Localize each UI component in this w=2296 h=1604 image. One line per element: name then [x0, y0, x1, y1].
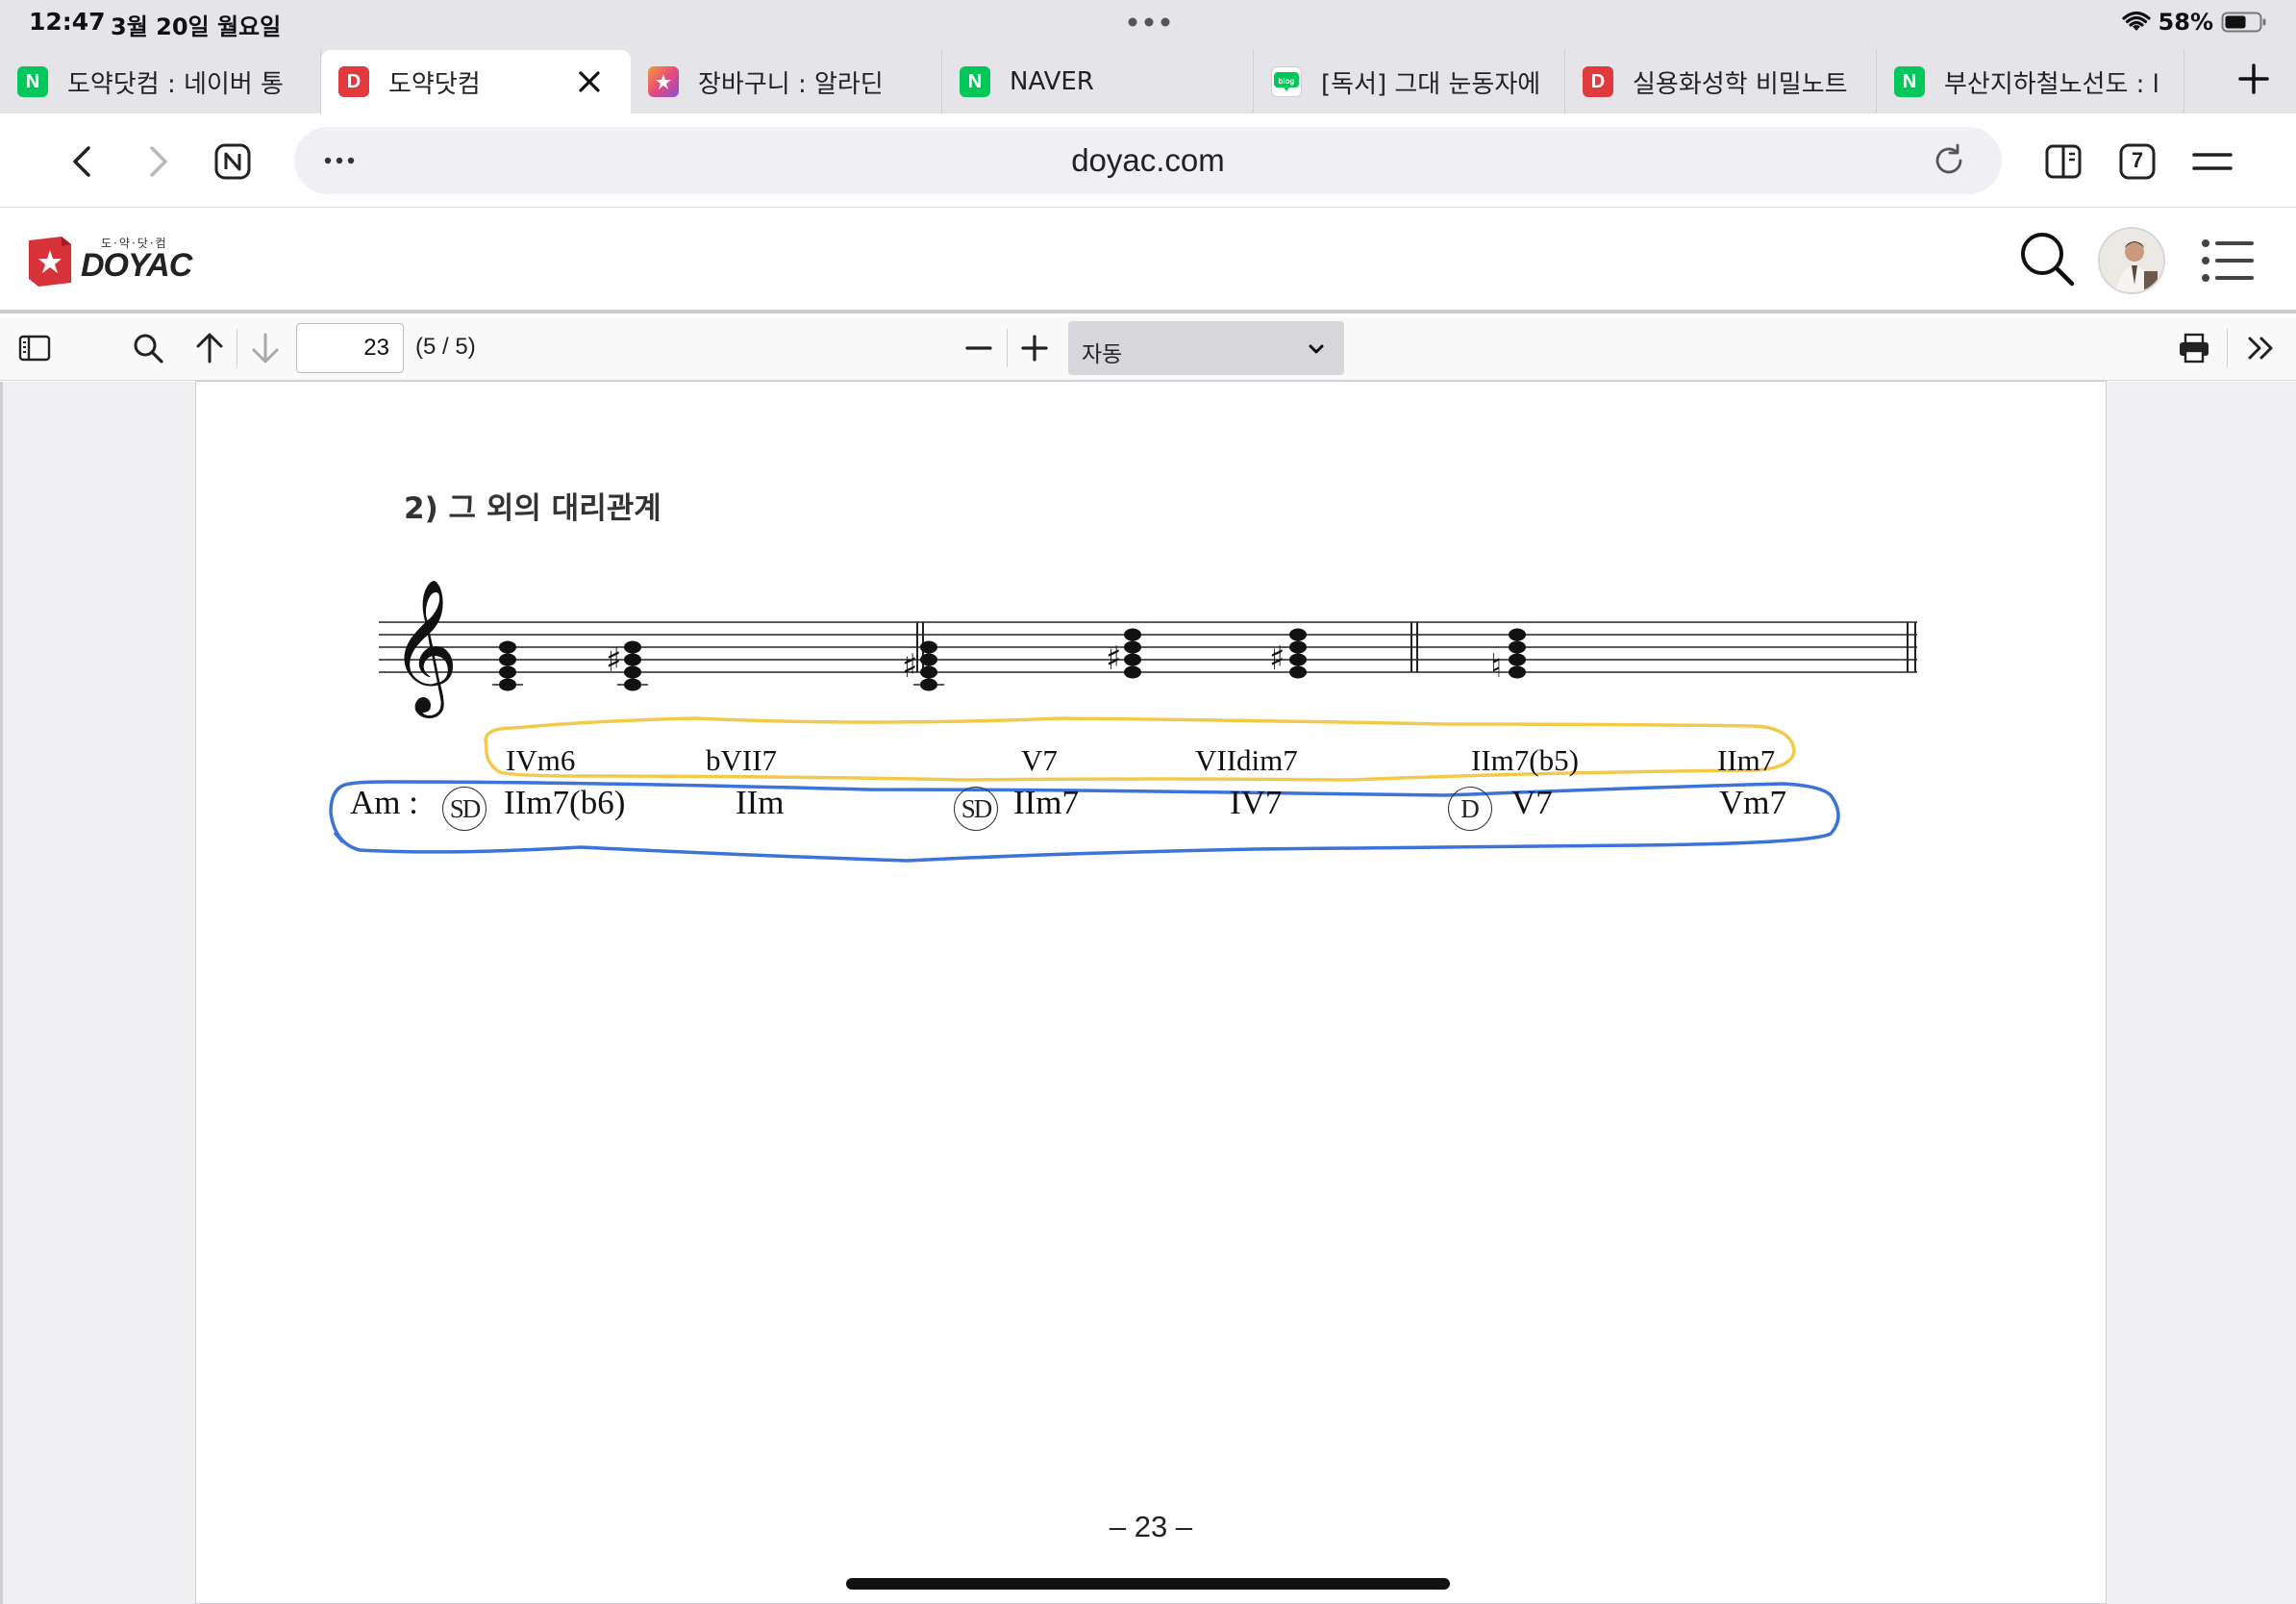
menu-icon[interactable] [2192, 146, 2233, 177]
function-mark: SD [442, 787, 487, 831]
zoom-value: 자동 [1082, 342, 1123, 367]
next-page-icon[interactable] [248, 331, 283, 365]
doyac-logo-icon[interactable] [27, 235, 73, 288]
split-view-icon[interactable] [2044, 142, 2083, 181]
status-date: 3월 20일 월요일 [111, 13, 282, 40]
list-menu-icon[interactable] [2200, 237, 2254, 285]
function-mark: D [1448, 787, 1492, 831]
tab-title: 부산지하철노선도 : l [1944, 69, 2159, 99]
doyac-icon: D [1583, 66, 1613, 97]
svg-text:♯: ♯ [1269, 639, 1285, 678]
function-mark: SD [954, 787, 998, 831]
lower-chord: IIm7 [1013, 784, 1080, 821]
back-icon[interactable] [65, 142, 98, 181]
battery-icon [2221, 12, 2266, 33]
tab-bar: N 도약닷컴 : 네이버 통 D 도약닷컴 장바구니 : 알라딘 N NAVER… [0, 44, 2296, 113]
status-time: 12:47 [29, 8, 106, 36]
pdf-viewport[interactable]: 2) 그 외의 대리관계 𝄞 ♯ ♯ ♯ ♯ ♮ IVm6 bVII7 V7 V… [0, 382, 2296, 1604]
avatar-portrait-icon [2100, 229, 2163, 292]
logo-text[interactable]: DOYAC [81, 247, 192, 285]
url-field[interactable]: doyac.com [294, 127, 2002, 194]
tab-harmony-notes[interactable]: D 실용화성학 비밀노트 [1565, 50, 1877, 113]
status-indicators: 58% [2121, 6, 2267, 38]
svg-text:♯: ♯ [606, 641, 621, 680]
find-icon[interactable] [131, 331, 165, 365]
lower-chord: IIm7(b6) [504, 784, 626, 821]
chevron-down-icon [1309, 344, 1324, 354]
tab-title: [독서] 그대 눈동자에 [1321, 69, 1541, 99]
tab-title: 도약닷컴 : 네이버 통 [67, 69, 284, 99]
naver-home-icon[interactable] [213, 142, 252, 181]
home-indicator[interactable] [846, 1578, 1450, 1590]
toolbar-separator [2227, 329, 2228, 367]
key-label: Am : [350, 784, 418, 821]
tab-doyac-active[interactable]: D 도약닷컴 [321, 50, 631, 113]
forward-icon[interactable] [142, 142, 175, 181]
sidebar-toggle-icon[interactable] [17, 331, 52, 365]
toolbar-separator [1007, 329, 1008, 367]
page-number-input[interactable] [296, 323, 404, 373]
tab-count: 7 [2131, 148, 2144, 172]
lower-chord: IIm [736, 784, 785, 821]
pdf-page: 2) 그 외의 대리관계 𝄞 ♯ ♯ ♯ ♯ ♮ IVm6 bVII7 V7 V… [196, 382, 2106, 1603]
naver-icon: N [960, 66, 990, 97]
lower-chord: IV7 [1230, 784, 1283, 821]
tab-naver-doyac[interactable]: N 도약닷컴 : 네이버 통 [0, 50, 321, 113]
close-icon[interactable] [573, 65, 606, 98]
upper-chord: bVII7 [706, 743, 778, 777]
upper-chord: VIIdim7 [1195, 743, 1298, 777]
music-staff: 𝄞 ♯ ♯ ♯ ♯ ♮ [379, 581, 1917, 718]
svg-text:♮: ♮ [1490, 647, 1502, 686]
tab-aladin[interactable]: 장바구니 : 알라딘 [631, 50, 942, 113]
svg-text:♯: ♯ [902, 647, 917, 686]
lower-chord: Vm7 [1719, 784, 1786, 821]
wifi-icon [2121, 11, 2151, 31]
zoom-select[interactable]: 자동 [1068, 321, 1344, 375]
svg-text:♯: ♯ [1106, 639, 1121, 678]
user-avatar[interactable] [2098, 227, 2165, 294]
tab-title: 장바구니 : 알라딘 [698, 69, 884, 99]
site-header: 도·약·닷·컴 DOYAC [0, 208, 2296, 313]
reload-icon[interactable] [1931, 142, 1967, 179]
tab-title: 도약닷컴 [388, 69, 481, 99]
upper-chord: IIm7 [1717, 743, 1776, 777]
svg-text:blog: blog [1279, 77, 1295, 86]
page-count: (5 / 5) [415, 334, 476, 360]
status-bar: 12:47 3월 20일 월요일 58% [0, 0, 2296, 44]
more-tools-icon[interactable] [2244, 331, 2279, 365]
upper-chord: IIm7(b5) [1471, 743, 1579, 777]
tab-blog[interactable]: blog [독서] 그대 눈동자에 [1254, 50, 1565, 113]
more-dots-icon[interactable] [1125, 13, 1173, 32]
aladin-icon [648, 66, 679, 97]
zoom-in-icon[interactable] [1017, 331, 1052, 365]
upper-chord: IVm6 [506, 743, 576, 777]
naver-icon: N [17, 66, 48, 97]
upper-chord: V7 [1021, 743, 1058, 777]
print-icon[interactable] [2177, 331, 2211, 365]
address-bar: doyac.com 7 [0, 113, 2296, 208]
naver-icon: N [1894, 66, 1925, 97]
search-icon[interactable] [2017, 229, 2077, 288]
tab-busan-subway[interactable]: N 부산지하철노선도 : l [1877, 50, 2184, 113]
naver-blog-icon: blog [1271, 66, 1302, 97]
zoom-out-icon[interactable] [961, 331, 996, 365]
url-text: doyac.com [1071, 142, 1225, 178]
lower-chord: V7 [1511, 784, 1553, 821]
tab-title: 실용화성학 비밀노트 [1633, 69, 1848, 99]
browser-window: 12:47 3월 20일 월요일 58% N 도약닷컴 : 네이버 통 D 도약… [0, 0, 2296, 1604]
treble-clef-glyph: 𝄞 [390, 581, 459, 718]
tab-title: NAVER [1010, 67, 1094, 96]
new-tab-plus-icon[interactable] [2233, 58, 2275, 100]
pdf-toolbar: (5 / 5) 자동 [0, 317, 2296, 381]
battery-percent: 58% [2158, 9, 2213, 36]
tab-naver[interactable]: N NAVER [942, 50, 1254, 113]
doyac-icon: D [338, 66, 369, 97]
page-footer-number: – 23 – [1109, 1510, 1193, 1543]
previous-page-icon[interactable] [192, 331, 227, 365]
section-title: 2) 그 외의 대리관계 [404, 491, 661, 526]
